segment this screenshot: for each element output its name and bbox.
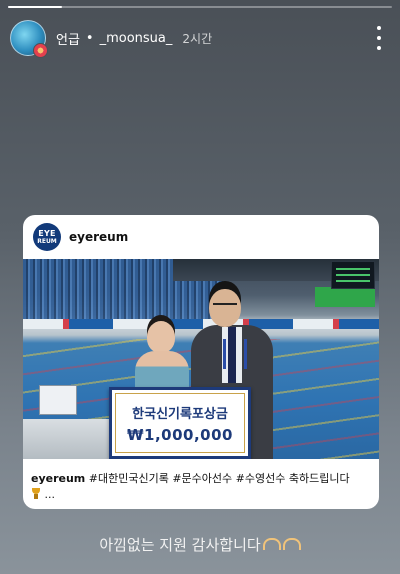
shared-post-photo[interactable]: 한국신기록포상금 ₩1,000,000: [23, 259, 379, 459]
shared-post-header: EYE REUM eyereum: [23, 215, 379, 259]
scoreboard: [331, 261, 375, 289]
more-vertical-icon[interactable]: [372, 26, 386, 50]
story-progress-fill: [8, 6, 62, 8]
caption-more[interactable]: ...: [45, 488, 56, 501]
shared-post-account[interactable]: eyereum: [69, 230, 128, 244]
story-header: 언급 • _moonsua_ 2시간: [10, 20, 390, 58]
avatar[interactable]: [10, 20, 48, 58]
caption-username[interactable]: eyereum: [31, 472, 85, 485]
story-text: 아낌없는 지원 감사합니다: [99, 536, 261, 554]
shared-post-card[interactable]: EYE REUM eyereum 한국신기록포상금 ₩1,000,000 eye…: [23, 215, 379, 509]
heart-hands-icon: [282, 538, 301, 550]
avatar-badge-icon: [33, 43, 48, 58]
heart-hands-icon: [262, 538, 281, 550]
logo-text-top: EYE: [38, 228, 56, 238]
time-ago: 2시간: [182, 31, 213, 46]
award-check-board: 한국신기록포상금 ₩1,000,000: [109, 387, 251, 459]
pool-deck: [23, 419, 123, 459]
separator: •: [85, 30, 94, 46]
presenter-glasses: [213, 303, 237, 311]
presenter-lanyard: [223, 339, 247, 369]
logo-text-bottom: REUM: [37, 237, 57, 245]
caption-text: #대한민국신기록 #문수아선수 #수영선수 축하드립니다: [88, 472, 350, 485]
story-text-overlay: 아낌없는 지원 감사합니다: [0, 534, 400, 555]
pool-banners: [23, 319, 379, 329]
story-header-text: 언급 • _moonsua_ 2시간: [56, 29, 212, 48]
trophy-icon: [31, 488, 41, 499]
shared-post-caption: eyereum #대한민국신기록 #문수아선수 #수영선수 축하드립니다 ...: [31, 471, 373, 503]
starting-block: [39, 385, 77, 415]
check-title: 한국신기록포상금: [132, 406, 228, 422]
eyereum-logo[interactable]: EYE REUM: [33, 223, 61, 251]
swimmer-figure: [147, 321, 175, 353]
story-progress-bar: [8, 6, 392, 8]
mention-label: 언급: [56, 32, 80, 48]
check-amount: ₩1,000,000: [126, 425, 233, 444]
username-link[interactable]: _moonsua_: [100, 31, 173, 46]
green-sign: [315, 287, 375, 307]
